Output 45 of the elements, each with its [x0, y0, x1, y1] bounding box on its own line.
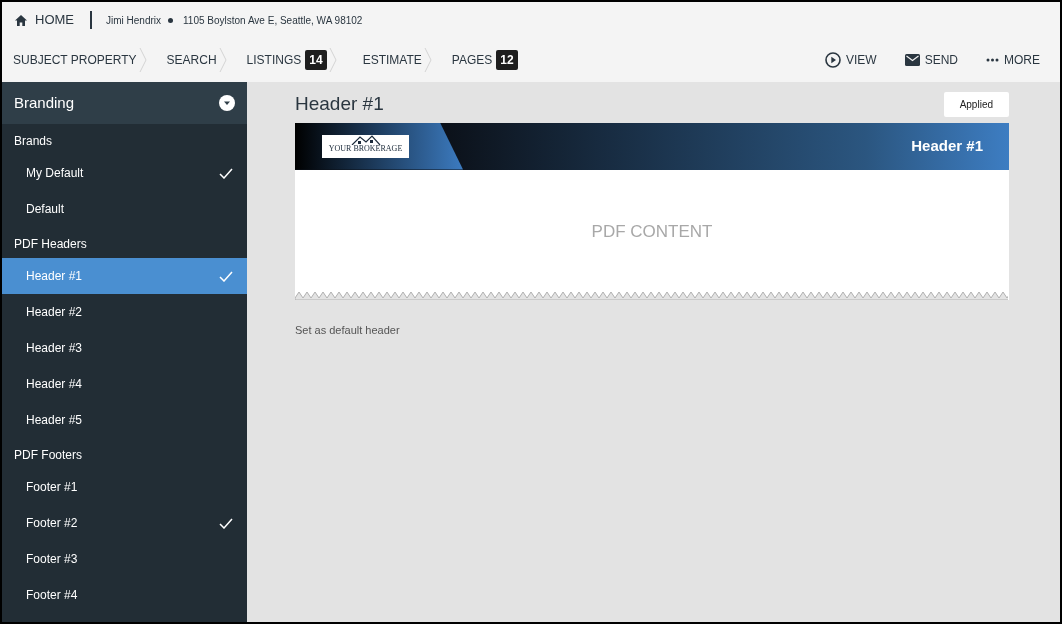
default-header-link[interactable]: Set as default header — [295, 321, 400, 338]
sidebar-item[interactable]: Default — [2, 191, 247, 227]
sidebar-item[interactable]: My Default — [2, 155, 247, 191]
dots-icon — [986, 58, 999, 62]
sidebar-title: Branding — [14, 92, 75, 113]
chevron-icon — [218, 47, 227, 73]
view-button[interactable]: VIEW — [825, 51, 877, 69]
sidebar-item[interactable]: Header #3 — [2, 330, 247, 366]
sidebar-header[interactable]: Branding — [2, 82, 247, 124]
sidebar-item[interactable]: Header #2 — [2, 294, 247, 330]
more-button[interactable]: MORE — [986, 51, 1040, 69]
property-address: 1105 Boylston Ave E, Seattle, WA 98102 — [183, 13, 363, 28]
logo-text: YOUR BROKERAGE — [328, 144, 403, 153]
dropdown-icon[interactable] — [219, 95, 235, 111]
page-title: Header #1 — [295, 92, 384, 116]
step-tab[interactable]: SEARCH — [166, 51, 217, 69]
home-link[interactable]: HOME — [15, 10, 74, 30]
header-title: Header #1 — [911, 135, 983, 156]
sidebar-item[interactable]: Footer #4 — [2, 577, 247, 613]
houses-icon — [350, 134, 381, 145]
sidebar-item[interactable]: Footer #2 — [2, 505, 247, 541]
count-badge: 12 — [496, 50, 518, 70]
home-icon — [15, 14, 27, 26]
applied-button[interactable]: Applied — [943, 91, 1009, 117]
step-tab[interactable]: PAGES 12 — [451, 50, 518, 70]
send-button[interactable]: SEND — [904, 51, 958, 69]
section-heading: Brands — [13, 133, 54, 150]
sidebar-item[interactable]: Footer #3 — [2, 541, 247, 577]
step-tab[interactable]: ESTIMATE — [362, 51, 422, 69]
step-tab[interactable]: SUBJECT PROPERTY — [13, 51, 137, 69]
envelope-icon — [904, 54, 920, 66]
sidebar-item[interactable]: Footer #1 — [2, 469, 247, 505]
step-tab[interactable]: LISTINGS 14 — [246, 50, 327, 70]
client-name: Jimi Hendrix — [106, 13, 161, 28]
sidebar-item[interactable]: Header #5 — [2, 402, 247, 438]
chevron-icon — [423, 47, 432, 73]
bullet-icon — [168, 17, 173, 23]
count-badge: 14 — [305, 50, 327, 70]
sidebar-item[interactable]: Header #4 — [2, 366, 247, 402]
play-circle-icon — [825, 52, 841, 68]
section-heading: PDF Footers — [13, 447, 83, 464]
chevron-icon — [138, 47, 147, 73]
pdf-content-area: PDF CONTENT — [295, 169, 1009, 294]
chevron-icon — [328, 47, 337, 73]
section-heading: PDF Headers — [13, 236, 88, 253]
